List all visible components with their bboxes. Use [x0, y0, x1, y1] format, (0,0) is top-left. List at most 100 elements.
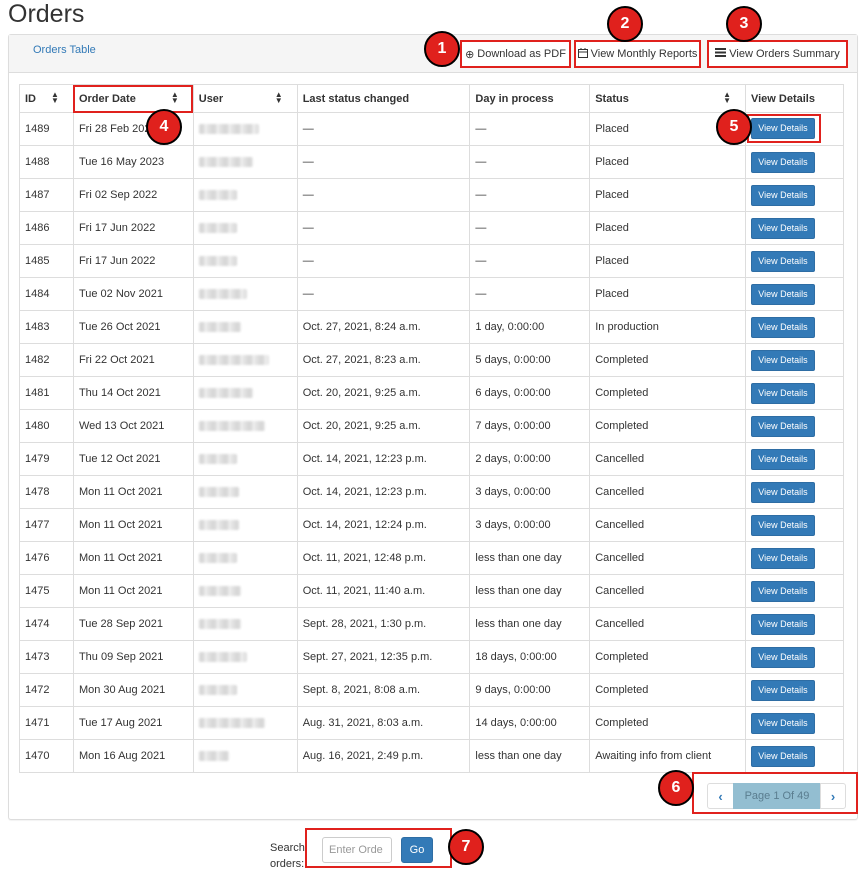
cell-status: Completed — [589, 673, 746, 707]
list-icon — [715, 48, 727, 60]
sort-icon[interactable]: ▲ ▼ — [275, 91, 283, 105]
redacted-user-name — [198, 355, 269, 366]
view-details-button[interactable]: View Details — [750, 646, 815, 668]
sort-icon[interactable]: ▲ ▼ — [171, 91, 179, 105]
cell-id: 1476 — [19, 541, 74, 575]
chevron-right-icon[interactable]: › — [820, 783, 846, 809]
cell-day-in-process: 2 days, 0:00:00 — [469, 442, 591, 476]
view-details-button[interactable]: View Details — [750, 217, 815, 239]
view-details-button[interactable]: View Details — [750, 745, 815, 767]
cell-last-status-changed: Oct. 20, 2021, 9:25 a.m. — [296, 409, 471, 443]
view-details-button[interactable]: View Details — [750, 547, 815, 569]
monthly-reports-label: View Monthly Reports — [590, 48, 698, 60]
table-row: 1470 Mon 16 Aug 2021 Aug. 16, 2021, 2:49 p… — [19, 739, 845, 773]
cell-id: 1478 — [19, 475, 74, 509]
view-details-highlight: View Details — [746, 113, 821, 143]
sort-icon[interactable]: ▲ ▼ — [723, 91, 731, 105]
cell-status: Completed — [589, 640, 746, 674]
sort-icon[interactable]: ▲ ▼ — [51, 91, 59, 105]
cell-status: Completed — [589, 409, 746, 443]
column-header-view-details: View Details — [744, 84, 845, 113]
cell-status: Placed — [589, 244, 746, 278]
redacted-user-name — [198, 751, 229, 762]
table-row: 1486 Fri 17 Jun 2022— — Placed View Details — [19, 211, 845, 245]
cell-last-status-changed: — — [296, 277, 471, 311]
cell-view-details: View Details — [744, 376, 845, 410]
view-details-button[interactable]: View Details — [750, 580, 815, 602]
cell-day-in-process: — — [469, 112, 591, 146]
column-header-user[interactable]: User ▲ ▼ — [192, 84, 298, 113]
cell-last-status-changed: — — [296, 178, 471, 212]
redacted-user-name — [198, 487, 239, 498]
page-title: Orders — [8, 0, 85, 28]
cell-id: 1471 — [19, 706, 74, 740]
cell-view-details: View Details — [744, 409, 845, 443]
view-details-button[interactable]: View Details — [750, 448, 815, 470]
redacted-user-name — [198, 190, 237, 201]
table-row: 1472 Mon 30 Aug 2021 Sept. 8, 2021, 8:08 a… — [19, 673, 845, 707]
view-details-button[interactable]: View Details — [750, 349, 815, 371]
view-details-button[interactable]: View Details — [750, 415, 815, 437]
cell-last-status-changed: Oct. 14, 2021, 12:23 p.m. — [296, 442, 471, 476]
column-header-status[interactable]: Status ▲ ▼ — [589, 84, 746, 113]
cell-view-details: View Details — [744, 607, 845, 641]
column-header-order-date[interactable]: Order Date ▲ ▼ — [72, 84, 194, 113]
view-details-button[interactable]: View Details — [750, 613, 815, 635]
go-button[interactable]: Go — [401, 837, 433, 863]
redacted-user-name — [198, 520, 239, 531]
cell-order-date: Mon 11 Oct 2021 — [72, 508, 194, 542]
table-row: 1484 Tue 02 Nov 2021— — Placed View Details — [19, 277, 845, 311]
cell-last-status-changed: — — [296, 145, 471, 179]
cell-user — [192, 211, 298, 245]
chevron-left-icon[interactable]: ‹ — [707, 783, 734, 809]
monthly-reports-button[interactable]: View Monthly Reports — [574, 40, 701, 68]
redacted-user-name — [198, 256, 237, 267]
cell-order-date: Fri 17 Jun 2022 — [72, 211, 194, 245]
cell-status: In production — [589, 310, 746, 344]
view-details-button[interactable]: View Details — [750, 283, 815, 305]
view-details-button[interactable]: View Details — [750, 151, 815, 173]
pagination: ‹ Page 1 Of 49 › — [692, 772, 858, 814]
search-form: Go — [305, 828, 452, 868]
view-details-button[interactable]: View Details — [750, 184, 815, 206]
table-row: 1482 Fri 22 Oct 2021 Oct. 27, 2021, 8:23 a… — [19, 343, 845, 377]
cell-id: 1482 — [19, 343, 74, 377]
cell-id: 1480 — [19, 409, 74, 443]
search-input[interactable] — [322, 837, 392, 863]
orders-summary-button[interactable]: View Orders Summary — [707, 40, 848, 68]
redacted-user-name — [198, 421, 265, 432]
column-header-last-status: Last status changed — [296, 84, 471, 113]
cell-day-in-process: less than one day — [469, 607, 591, 641]
view-details-button[interactable]: View Details — [750, 712, 815, 734]
view-details-button[interactable]: View Details — [750, 250, 815, 272]
orders-summary-label: View Orders Summary — [729, 48, 840, 60]
cell-day-in-process: — — [469, 178, 591, 212]
cell-status: Placed — [589, 145, 746, 179]
table-row: 1473 Thu 09 Sep 2021 Sept. 27, 2021, 12:35… — [19, 640, 845, 674]
cell-last-status-changed: Oct. 14, 2021, 12:24 p.m. — [296, 508, 471, 542]
table-row: 1481 Thu 14 Oct 2021 Oct. 20, 2021, 9:25 a… — [19, 376, 845, 410]
view-details-button[interactable]: View Details — [750, 514, 815, 536]
cell-last-status-changed: Aug. 16, 2021, 2:49 p.m. — [296, 739, 471, 773]
view-details-button[interactable]: View Details — [750, 316, 815, 338]
view-details-button[interactable]: View Details — [750, 481, 815, 503]
cell-id: 1477 — [19, 508, 74, 542]
cell-last-status-changed: Oct. 11, 2021, 11:40 a.m. — [296, 574, 471, 608]
table-header-row: ID ▲ ▼ Order Date ▲ ▼ User ▲ ▼ Last status cha… — [19, 84, 845, 113]
cell-day-in-process: 6 days, 0:00:00 — [469, 376, 591, 410]
cell-view-details: View Details — [744, 541, 845, 575]
view-details-button[interactable]: View Details — [750, 679, 815, 701]
view-details-button[interactable]: View Details — [750, 117, 815, 139]
column-header-id[interactable]: ID ▲ ▼ — [19, 84, 74, 113]
annotation-badge: 3 — [726, 6, 762, 42]
cell-status: Cancelled — [589, 508, 746, 542]
view-details-button[interactable]: View Details — [750, 382, 815, 404]
redacted-user-name — [198, 388, 253, 399]
cell-day-in-process: — — [469, 244, 591, 278]
cell-order-date: Fri 22 Oct 2021 — [72, 343, 194, 377]
cell-user — [192, 442, 298, 476]
cell-user — [192, 673, 298, 707]
table-row: 1475 Mon 11 Oct 2021 Oct. 11, 2021, 11:40 … — [19, 574, 845, 608]
cell-order-date: Mon 11 Oct 2021 — [72, 541, 194, 575]
download-pdf-button[interactable]: ⊕ Download as PDF — [460, 40, 571, 68]
